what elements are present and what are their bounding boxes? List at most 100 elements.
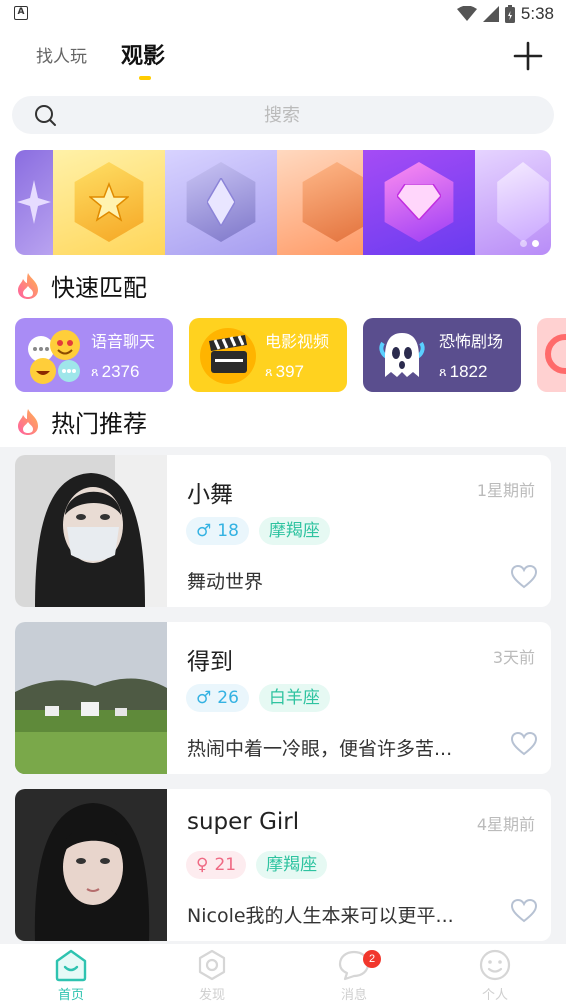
quick-match-count: ጸ 2376 (91, 362, 139, 382)
star-icon (89, 182, 129, 222)
flame-icon (18, 408, 38, 435)
recommend-card[interactable]: 小舞 1星期前 ♂ 18 摩羯座 舞动世界 (15, 455, 551, 607)
user-photo (15, 622, 167, 774)
user-tags: ♀ 21 摩羯座 (186, 851, 328, 879)
flame-icon (18, 272, 38, 299)
age-value: 21 (214, 855, 237, 875)
user-name: super Girl (187, 809, 300, 835)
count-value: 2376 (101, 362, 140, 381)
section-title: 热门推荐 (51, 410, 147, 438)
nav-discover[interactable]: 发现 (177, 948, 247, 1006)
clapperboard-icon (200, 328, 256, 384)
user-name: 小舞 (187, 482, 233, 508)
ring-icon (545, 334, 566, 374)
user-tags: ♂ 18 摩羯座 (186, 517, 330, 545)
nav-label: 发现 (198, 988, 225, 1003)
constellation-badge: 摩羯座 (256, 851, 328, 879)
age-badge: ♂ 26 (186, 684, 249, 712)
banner-slice (15, 150, 53, 255)
search-input[interactable] (72, 96, 492, 134)
section-title: 快速匹配 (51, 274, 147, 302)
quick-match-header: 快速匹配 (15, 268, 147, 303)
battery-icon (504, 5, 515, 23)
user-signature: 舞动世界 (187, 571, 264, 593)
male-icon: ♂ (196, 688, 212, 708)
nav-label: 消息 (340, 988, 367, 1003)
age-value: 18 (217, 521, 239, 541)
age-badge: ♂ 18 (186, 517, 249, 545)
nav-label: 首页 (57, 988, 84, 1003)
clock: 5:38 (520, 4, 554, 23)
person-icon: ጸ (265, 364, 273, 379)
user-photo (15, 789, 167, 941)
crystal-icon (207, 178, 235, 226)
search-bar[interactable] (12, 96, 554, 134)
nav-home[interactable]: 首页 (36, 948, 106, 1006)
nav-profile[interactable]: 个人 (460, 948, 530, 1006)
discover-icon (198, 949, 226, 981)
banner-gold-badge (53, 150, 165, 255)
search-icon (35, 105, 56, 126)
user-photo (15, 455, 167, 607)
female-icon: ♀ (196, 855, 209, 875)
age-badge: ♀ 21 (186, 851, 247, 879)
heart-icon[interactable] (511, 732, 537, 756)
constellation-badge: 摩羯座 (258, 517, 330, 545)
banner-slice (475, 150, 551, 255)
banner-dot-active (532, 240, 539, 247)
last-active: 4星期前 (476, 815, 535, 834)
diamond-icon (397, 184, 441, 220)
banner-diamond-badge (363, 150, 475, 255)
quick-match-name: 语音聊天 (91, 332, 156, 351)
bottom-nav: 首页 发现 2 消息 个人 (0, 944, 566, 1006)
quick-match-card[interactable]: 语音聊天 ጸ 2376 (15, 318, 173, 392)
recommend-list: 小舞 1星期前 ♂ 18 摩羯座 舞动世界 得到 3天前 ♂ 26 白羊座 热闹中着… (0, 447, 566, 944)
tab-find-people[interactable]: 找人玩 (36, 42, 87, 67)
recommend-card[interactable]: super Girl 4星期前 ♀ 21 摩羯座 Nicole我的人生本来可以更平… (15, 789, 551, 941)
status-icons: 5:38 (456, 4, 554, 24)
constellation-badge: 白羊座 (258, 684, 330, 712)
quick-match-card[interactable]: 恐怖剧场 ጸ 1822 (363, 318, 521, 392)
banner-indicator (520, 240, 539, 247)
quick-match-card[interactable]: 电影视频 ጸ 397 (189, 318, 347, 392)
person-icon: ጸ (91, 364, 99, 379)
quick-match-list: 语音聊天 ጸ 2376 电影视频 ጸ 397 恐怖剧场 ጸ 1822 (15, 318, 566, 392)
quick-match-count: ጸ 397 (265, 362, 304, 382)
age-value: 26 (217, 688, 239, 708)
last-active: 1星期前 (476, 481, 535, 500)
ghost-icon (379, 333, 425, 377)
user-signature: Nicole我的人生本来可以更平... (187, 905, 454, 927)
tab-watch-movie[interactable]: 观影 (121, 38, 165, 70)
signal-icon (482, 6, 499, 22)
count-value: 397 (275, 362, 304, 381)
quick-match-card-partial[interactable] (537, 318, 566, 392)
wifi-icon (456, 6, 477, 21)
star-sparkle-icon (17, 180, 51, 224)
person-icon: ጸ (439, 364, 447, 379)
smile-face-icon (479, 949, 511, 981)
tab-indicator (139, 76, 151, 80)
user-tags: ♂ 26 白羊座 (186, 684, 330, 712)
heart-icon[interactable] (511, 899, 537, 923)
banner-silver-badge (165, 150, 277, 255)
banner-dot (520, 240, 527, 247)
unread-badge: 2 (363, 950, 381, 968)
male-icon: ♂ (196, 521, 212, 541)
count-value: 1822 (449, 362, 488, 381)
add-icon[interactable] (512, 40, 544, 72)
nav-messages[interactable]: 2 消息 (319, 948, 389, 1006)
notification-a-icon: A (14, 6, 28, 20)
quick-match-name: 电影视频 (265, 332, 330, 351)
recommend-header: 热门推荐 (15, 404, 147, 439)
quick-match-name: 恐怖剧场 (439, 332, 504, 351)
heart-icon[interactable] (511, 565, 537, 589)
recommend-card[interactable]: 得到 3天前 ♂ 26 白羊座 热闹中着一冷眼，便省许多苦... (15, 622, 551, 774)
banner-bronze-badge (277, 150, 372, 255)
nav-label: 个人 (481, 988, 508, 1003)
emoji-chat-icon (28, 330, 80, 384)
banner-carousel[interactable] (15, 150, 551, 255)
user-name: 得到 (187, 649, 233, 675)
last-active: 3天前 (492, 648, 535, 667)
home-icon (55, 949, 87, 982)
top-tabs: 找人玩 观影 (0, 36, 566, 86)
